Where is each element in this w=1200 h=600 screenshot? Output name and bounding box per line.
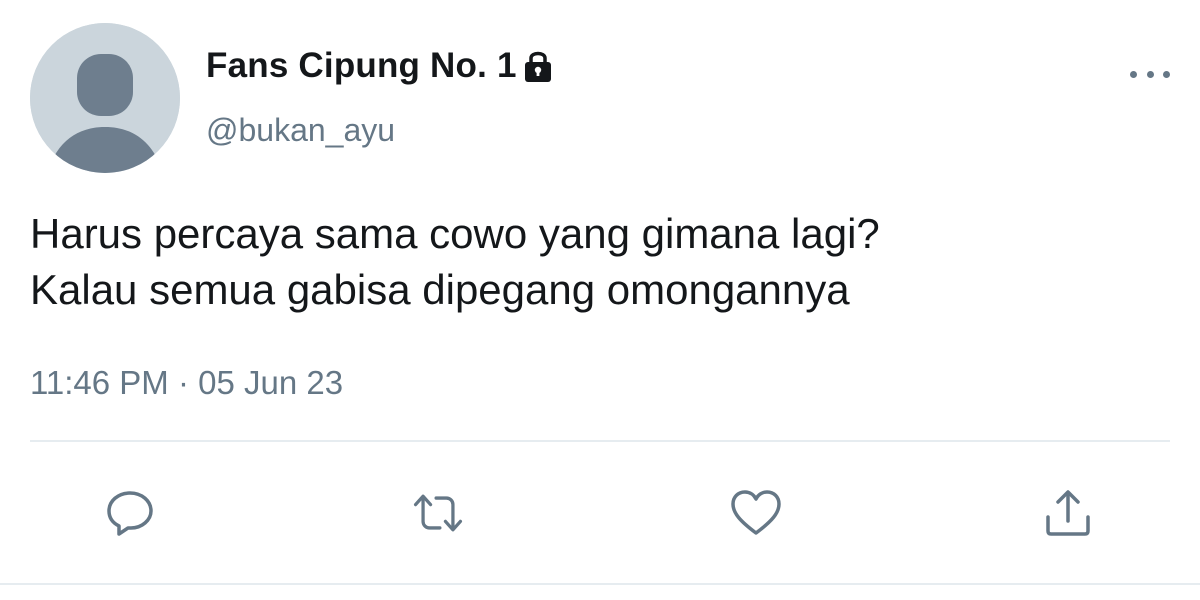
reply-button[interactable] bbox=[102, 485, 158, 541]
speech-bubble-icon bbox=[107, 491, 153, 536]
avatar[interactable] bbox=[30, 23, 180, 173]
display-name[interactable]: Fans Cipung No. 1 bbox=[206, 46, 555, 86]
display-name-text: Fans Cipung No. 1 bbox=[206, 46, 517, 85]
more-options-button[interactable] bbox=[1130, 64, 1170, 84]
tweet-date: 05 Jun 23 bbox=[198, 364, 344, 401]
share-button[interactable] bbox=[1040, 485, 1096, 541]
divider-bottom bbox=[0, 583, 1200, 585]
lock-icon bbox=[521, 48, 555, 84]
retweet-button[interactable] bbox=[410, 485, 466, 541]
tweet-card: Fans Cipung No. 1 @bukan_ayu Harus perca… bbox=[0, 0, 1200, 600]
more-dot-icon bbox=[1163, 70, 1170, 78]
user-handle[interactable]: @bukan_ayu bbox=[206, 112, 395, 149]
like-button[interactable] bbox=[728, 485, 784, 541]
meta-separator: · bbox=[177, 364, 189, 401]
heart-icon bbox=[731, 490, 781, 535]
more-dot-icon bbox=[1130, 70, 1137, 78]
default-avatar-icon bbox=[30, 23, 180, 173]
tweet-text: Harus percaya sama cowo yang gimana lagi… bbox=[30, 210, 880, 313]
divider bbox=[30, 440, 1170, 442]
tweet-timestamp[interactable]: 11:46 PM · 05 Jun 23 bbox=[30, 364, 343, 402]
share-upload-icon bbox=[1046, 490, 1090, 536]
tweet-time: 11:46 PM bbox=[30, 364, 169, 401]
retweet-arrows-icon bbox=[413, 494, 463, 532]
more-dot-icon bbox=[1146, 70, 1154, 78]
